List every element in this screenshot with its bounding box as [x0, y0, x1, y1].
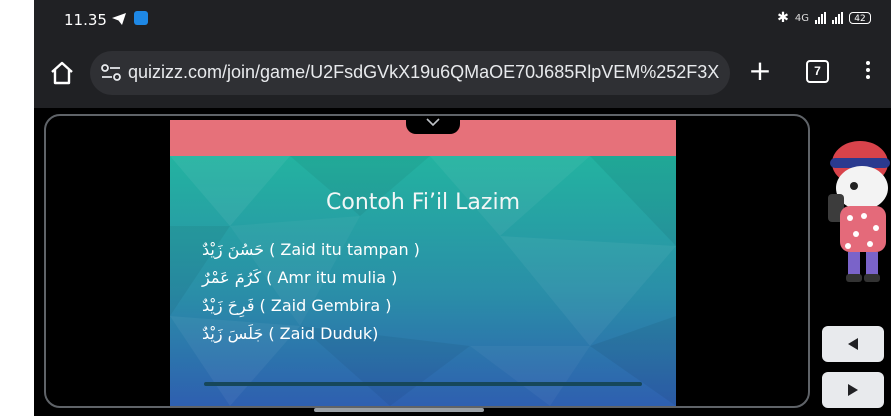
example-line: فَرِحَ زَيْدٌ ( Zaid Gembira )	[202, 296, 391, 315]
arabic-text: فَرِحَ زَيْدٌ	[202, 296, 255, 315]
home-icon[interactable]	[46, 57, 78, 89]
tab-switcher-icon[interactable]: 7	[806, 60, 829, 83]
example-meaning: ( Zaid Duduk)	[263, 324, 379, 343]
page-content: Contoh Fi’il Lazim حَسُنَ زَيْدٌ ( Zaid …	[34, 108, 891, 416]
url-text[interactable]: quizizz.com/join/game/U2FsdGVkX19u6QMaOE…	[128, 62, 719, 83]
example-line: كَرُمَ عَمْرٌ ( Amr itu mulia )	[202, 268, 397, 287]
example-meaning: ( Zaid Gembira )	[254, 296, 392, 315]
app-badge-icon	[134, 11, 148, 25]
status-time: 11.35	[64, 11, 107, 29]
example-line: جَلَسَ زَيْدٌ ( Zaid Duduk)	[202, 324, 378, 343]
address-bar[interactable]: quizizz.com/join/game/U2FsdGVkX19u6QMaOE…	[90, 51, 730, 95]
slide: Contoh Fi’il Lazim حَسُنَ زَيْدٌ ( Zaid …	[170, 120, 676, 406]
avatar-character	[828, 141, 890, 282]
slide-divider	[204, 382, 642, 386]
next-arrow-icon[interactable]	[846, 383, 860, 397]
slide-body: Contoh Fi’il Lazim حَسُنَ زَيْدٌ ( Zaid …	[170, 156, 676, 406]
telegram-icon	[112, 13, 126, 25]
collapse-toggle[interactable]	[406, 116, 460, 134]
signal-icon	[815, 12, 826, 24]
battery-icon: 42	[849, 12, 871, 24]
phone-screen: 11.35 ✱ 4G 42 quizizz.com/join/game/U2Fs…	[34, 0, 891, 416]
arabic-text: كَرُمَ عَمْرٌ	[202, 268, 262, 287]
example-line: حَسُنَ زَيْدٌ ( Zaid itu tampan )	[202, 240, 420, 259]
status-bar: 11.35 ✱ 4G 42	[34, 0, 891, 40]
more-vert-icon[interactable]	[864, 58, 872, 86]
site-settings-icon[interactable]	[100, 63, 122, 83]
gesture-bar[interactable]	[314, 408, 484, 412]
status-icons: ✱ 4G 42	[777, 10, 871, 26]
next-slide-button[interactable]	[822, 372, 884, 408]
arabic-text: حَسُنَ زَيْدٌ	[202, 240, 265, 259]
example-meaning: ( Zaid itu tampan )	[264, 240, 420, 259]
bluetooth-icon: ✱	[777, 10, 789, 26]
example-meaning: ( Amr itu mulia )	[261, 268, 398, 287]
prev-slide-button[interactable]	[822, 326, 884, 362]
prev-arrow-icon[interactable]	[846, 337, 860, 351]
plus-icon[interactable]: +	[746, 57, 774, 86]
browser-toolbar: quizizz.com/join/game/U2FsdGVkX19u6QMaOE…	[34, 44, 891, 104]
slide-frame: Contoh Fi’il Lazim حَسُنَ زَيْدٌ ( Zaid …	[44, 114, 810, 408]
network-type: 4G	[794, 12, 809, 24]
signal-icon	[832, 12, 843, 24]
slide-title: Contoh Fi’il Lazim	[326, 190, 520, 215]
arabic-text: جَلَسَ زَيْدٌ	[202, 324, 264, 343]
chevron-down-icon[interactable]	[426, 118, 440, 126]
